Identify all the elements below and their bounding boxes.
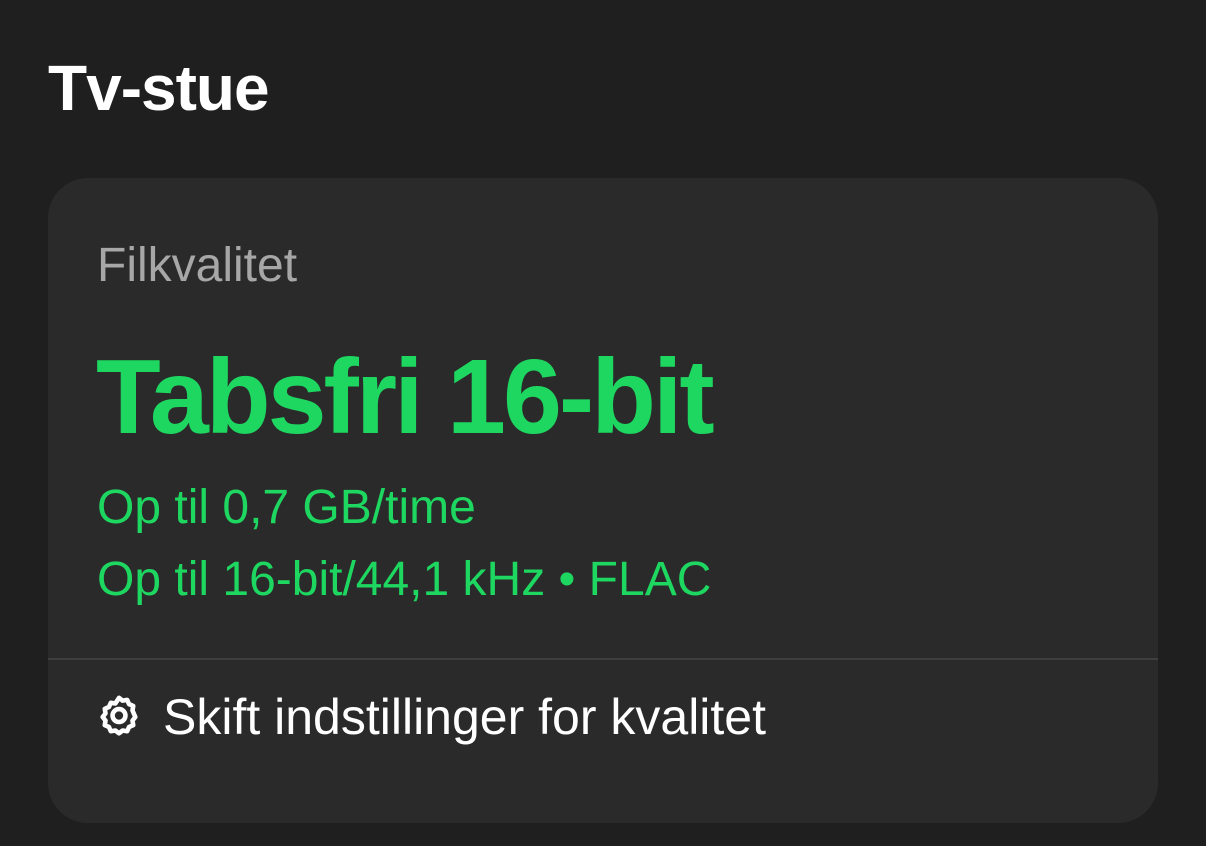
audio-format-text: Op til 16-bit/44,1 kHz • FLAC	[97, 553, 712, 606]
device-quality-screen: Tv-stue Filkvalitet Tabsfri 16-bit Op ti…	[0, 0, 1206, 846]
data-usage-text: Op til 0,7 GB/time	[97, 481, 476, 534]
gear-icon	[100, 695, 138, 736]
quality-value: Tabsfri 16-bit	[96, 338, 715, 456]
file-quality-card: Filkvalitet Tabsfri 16-bit Op til 0,7 GB…	[48, 178, 1158, 823]
device-title: Tv-stue	[48, 52, 270, 124]
card-label: Filkvalitet	[97, 239, 298, 292]
change-quality-settings-button[interactable]: Skift indstillinger for kvalitet	[48, 660, 1158, 823]
settings-link-label: Skift indstillinger for kvalitet	[163, 689, 767, 745]
